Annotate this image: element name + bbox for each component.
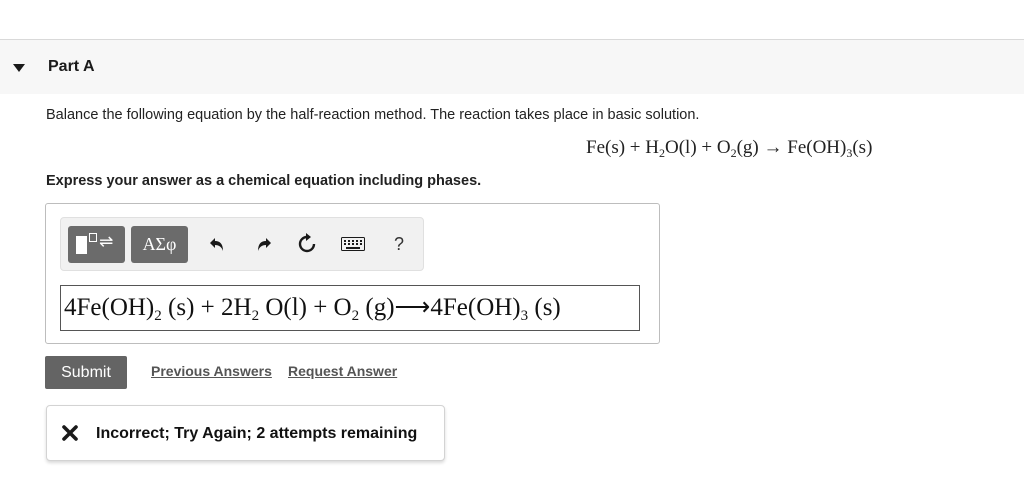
collapse-arrow-icon[interactable]: [13, 64, 25, 72]
keyboard-icon[interactable]: [339, 230, 367, 258]
part-title: Part A: [48, 58, 95, 75]
help-button[interactable]: ?: [387, 231, 411, 257]
request-answer-link[interactable]: Request Answer: [288, 363, 397, 379]
undo-icon[interactable]: [205, 230, 231, 258]
previous-answers-link[interactable]: Previous Answers: [151, 363, 272, 379]
submit-button[interactable]: Submit: [45, 356, 127, 389]
given-equation: Fe(s) + H2O(l) + O2(g) → Fe(OH)3(s): [586, 137, 873, 160]
greek-symbols-button[interactable]: ΑΣφ: [131, 226, 188, 263]
reset-icon[interactable]: [294, 230, 320, 258]
instructions-text: Balance the following equation by the ha…: [46, 107, 700, 123]
part-header[interactable]: [0, 40, 1024, 94]
redo-icon[interactable]: [250, 230, 276, 258]
answer-prompt: Express your answer as a chemical equati…: [46, 173, 482, 189]
templates-button[interactable]: ⇌: [68, 226, 125, 263]
answer-input[interactable]: 4Fe(OH)2 (s) + 2H2 O(l) + O2 (g)⟶4Fe(OH)…: [60, 285, 640, 331]
x-icon: [61, 424, 79, 442]
feedback-text: Incorrect; Try Again; 2 attempts remaini…: [96, 425, 418, 442]
